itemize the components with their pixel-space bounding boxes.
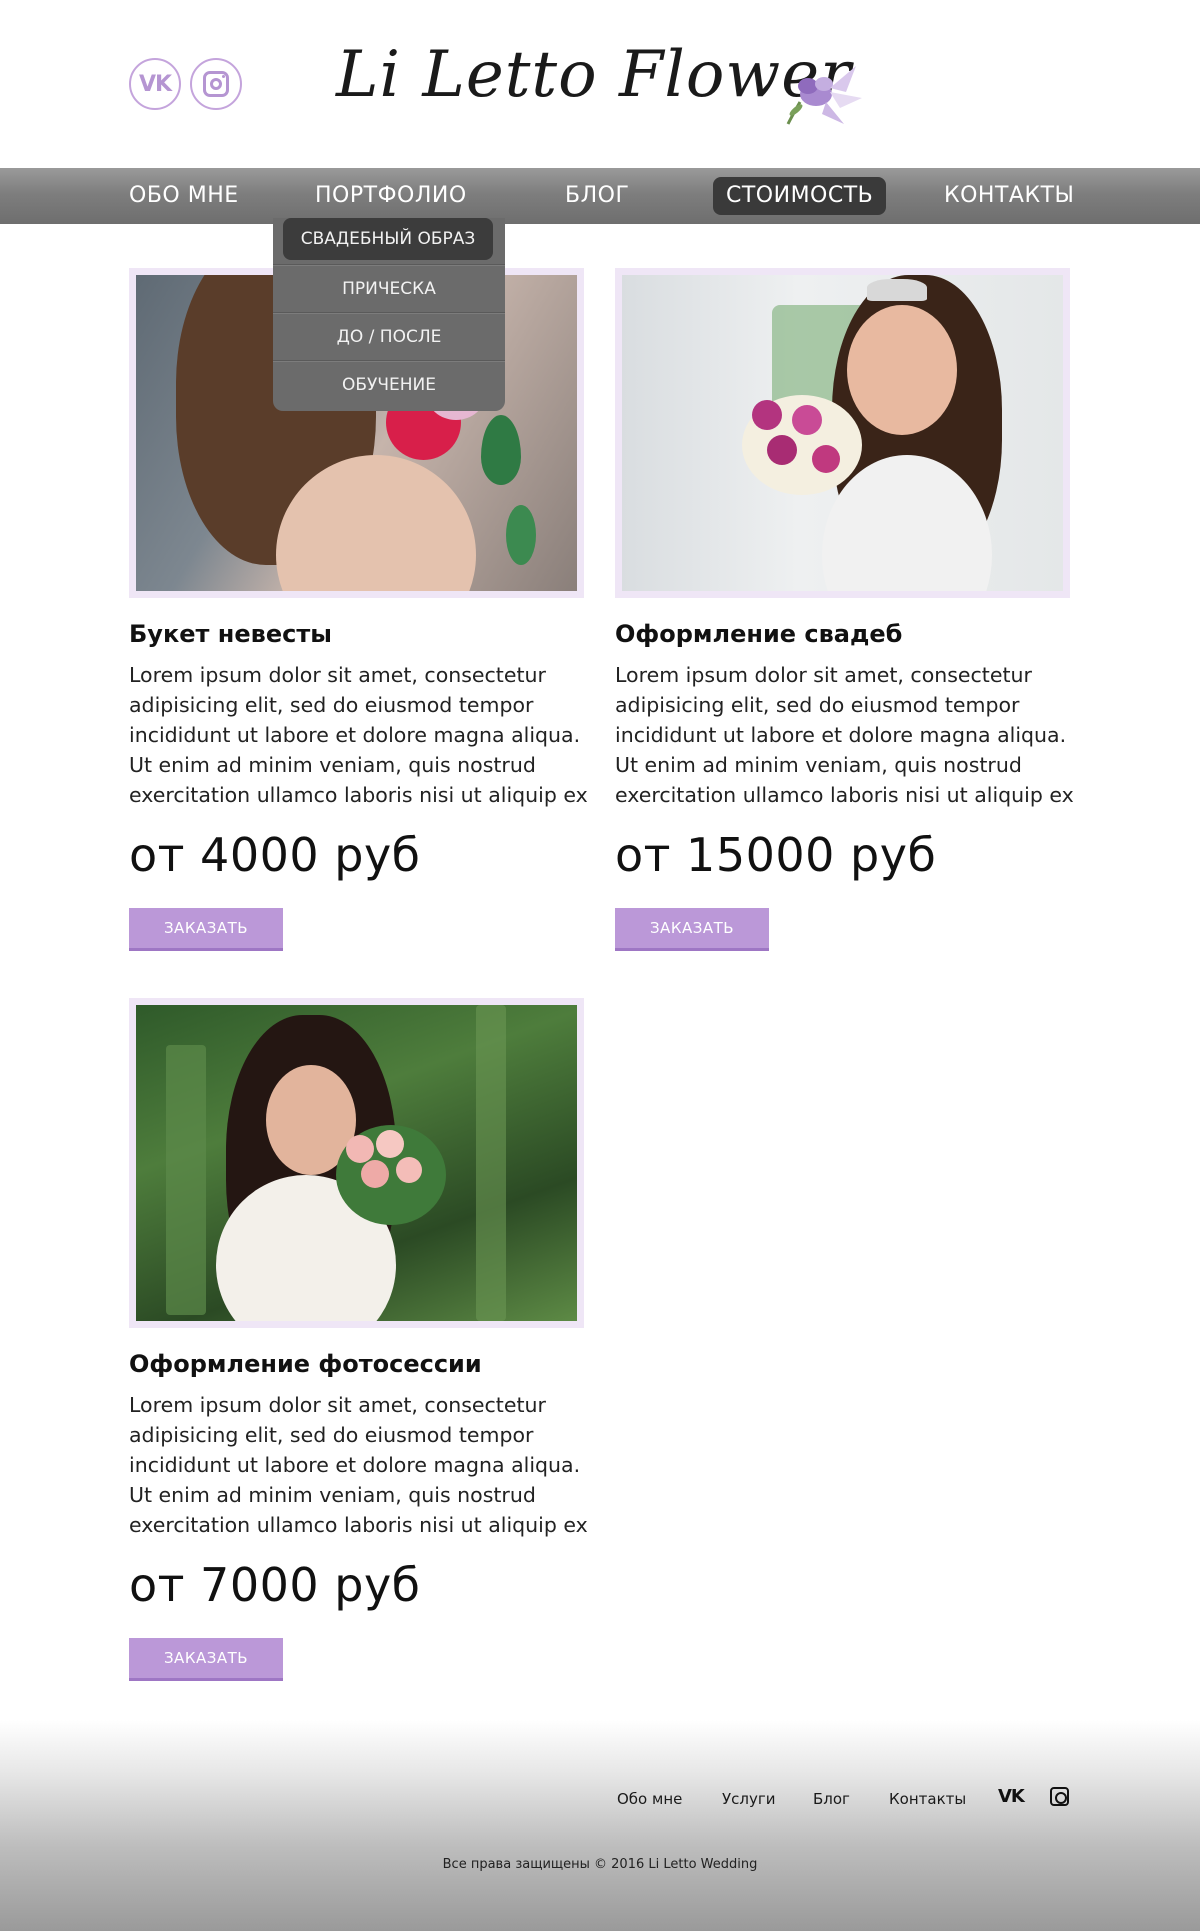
footer-link-services[interactable]: Услуги bbox=[722, 1790, 775, 1808]
photo-frame bbox=[129, 998, 584, 1328]
instagram-icon bbox=[203, 71, 229, 97]
card-description: Lorem ipsum dolor sit amet, consectetur … bbox=[129, 1393, 588, 1537]
dropdown-item-wedding-look[interactable]: СВАДЕБНЫЙ ОБРАЗ bbox=[283, 218, 493, 260]
vk-icon[interactable]: VK bbox=[998, 1786, 1025, 1807]
order-button[interactable]: ЗАКАЗАТЬ bbox=[615, 908, 769, 951]
vk-icon: VK bbox=[138, 71, 172, 97]
nav-item-about[interactable]: ОБО МНЕ bbox=[129, 168, 239, 224]
vk-social-button[interactable]: VK bbox=[129, 58, 181, 110]
order-button[interactable]: ЗАКАЗАТЬ bbox=[129, 1638, 283, 1681]
nav-item-blog[interactable]: БЛОГ bbox=[565, 168, 629, 224]
flower-icon bbox=[786, 66, 862, 125]
dropdown-item-training[interactable]: ОБУЧЕНИЕ bbox=[273, 360, 505, 408]
card-title: Оформление фотосессии bbox=[129, 1350, 482, 1378]
card-price: от 7000 руб bbox=[129, 1558, 421, 1612]
instagram-social-button[interactable] bbox=[190, 58, 242, 110]
service-card: Оформление свадеб Lorem ipsum dolor sit … bbox=[615, 268, 1074, 951]
card-description: Lorem ipsum dolor sit amet, consectetur … bbox=[615, 663, 1074, 807]
order-button[interactable]: ЗАКАЗАТЬ bbox=[129, 908, 283, 951]
card-title: Букет невесты bbox=[129, 620, 332, 648]
card-price: от 4000 руб bbox=[129, 828, 421, 882]
nav-item-price[interactable]: СТОИМОСТЬ bbox=[713, 177, 887, 215]
logo-text: Li Letto Flower bbox=[336, 38, 852, 112]
footer-link-contacts[interactable]: Контакты bbox=[889, 1790, 966, 1808]
header: VK Li Letto Flower bbox=[0, 0, 1200, 168]
footer-link-about[interactable]: Обо мне bbox=[617, 1790, 682, 1808]
footer-link-blog[interactable]: Блог bbox=[813, 1790, 850, 1808]
nav-item-portfolio[interactable]: ПОРТФОЛИО bbox=[315, 168, 467, 224]
dropdown-item-hairstyle[interactable]: ПРИЧЕСКА bbox=[273, 264, 505, 312]
footer: Обо мне Услуги Блог Контакты VK Все прав… bbox=[0, 1720, 1200, 1931]
wedding-decor-photo bbox=[622, 275, 1063, 591]
nav-item-contacts[interactable]: КОНТАКТЫ bbox=[944, 168, 1074, 224]
card-price: от 15000 руб bbox=[615, 828, 937, 882]
copyright-text: Все права защищены © 2016 Li Letto Weddi… bbox=[442, 1857, 758, 1872]
site-logo[interactable]: Li Letto Flower bbox=[336, 24, 866, 142]
main-nav: ОБО МНЕ ПОРТФОЛИО БЛОГ СТОИМОСТЬ КОНТАКТ… bbox=[0, 168, 1200, 224]
photoshoot-photo bbox=[136, 1005, 577, 1321]
instagram-icon[interactable] bbox=[1050, 1787, 1069, 1806]
card-description: Lorem ipsum dolor sit amet, consectetur … bbox=[129, 663, 588, 807]
portfolio-dropdown: СВАДЕБНЫЙ ОБРАЗ ПРИЧЕСКА ДО / ПОСЛЕ ОБУЧ… bbox=[273, 218, 505, 411]
photo-frame bbox=[615, 268, 1070, 598]
dropdown-item-before-after[interactable]: ДО / ПОСЛЕ bbox=[273, 312, 505, 360]
service-card: Оформление фотосессии Lorem ipsum dolor … bbox=[129, 998, 588, 1681]
card-title: Оформление свадеб bbox=[615, 620, 903, 648]
